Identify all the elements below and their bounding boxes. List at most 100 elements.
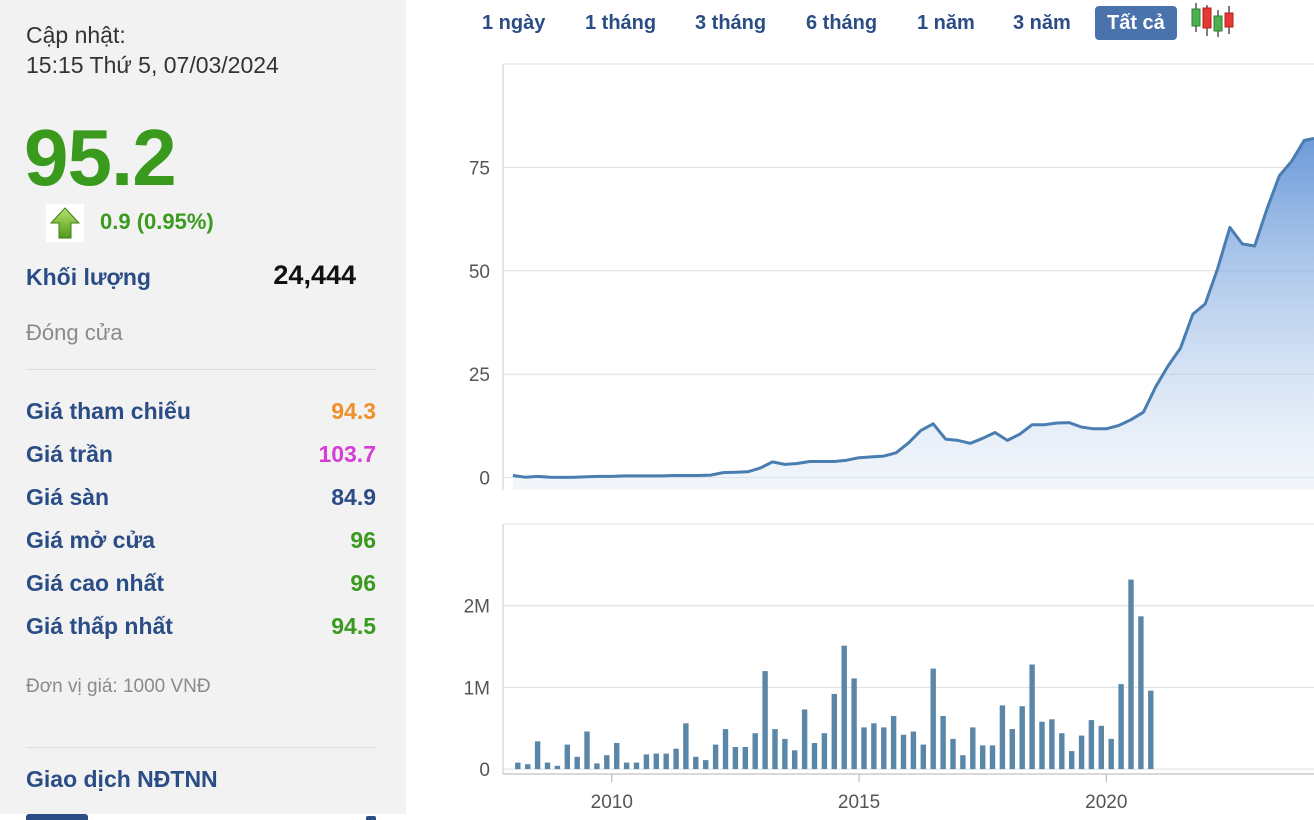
volume-tick-label: 2M	[464, 597, 490, 618]
volume-bar	[792, 750, 798, 770]
ceiling-price-label: Giá trần	[26, 441, 113, 467]
x-tick-label: 2020	[1085, 792, 1127, 813]
volume-bar	[1148, 690, 1154, 770]
volume-bar	[1019, 706, 1025, 770]
updated-time: 15:15 Thứ 5, 07/03/2024	[26, 52, 279, 78]
volume-bar	[801, 709, 808, 770]
tab-3-month[interactable]: 3 tháng	[683, 6, 778, 40]
volume-bar	[534, 741, 541, 770]
volume-bar	[544, 762, 551, 770]
price-tick-label: 25	[469, 365, 490, 386]
volume-bar	[554, 765, 561, 770]
volume-bar	[722, 729, 729, 770]
ceiling-price-value: 103.7	[318, 441, 376, 467]
price-change: 0.9 (0.95%)	[100, 209, 214, 234]
volume-bar	[584, 731, 590, 770]
ref-price-label: Giá tham chiếu	[26, 398, 191, 424]
ref-price-row: Giá tham chiếu 94.3	[26, 398, 376, 428]
price-tick-label: 0	[479, 469, 490, 490]
open-price-value: 96	[350, 527, 376, 553]
volume-bar	[623, 762, 630, 770]
volume-bar	[890, 716, 897, 770]
current-price: 95.2	[24, 113, 177, 202]
open-price-label: Giá mở cửa	[26, 527, 155, 553]
high-price-label: Giá cao nhất	[26, 570, 165, 596]
tab-all[interactable]: Tất cả	[1095, 6, 1177, 40]
high-price-row: Giá cao nhất 96	[26, 570, 376, 600]
volume-panel: 0 1M 2M	[464, 523, 1314, 781]
candlestick-icon[interactable]	[1190, 2, 1234, 38]
divider	[26, 369, 376, 370]
volume-bar	[1138, 616, 1144, 770]
volume-bar	[1078, 735, 1085, 770]
volume-bar	[1049, 719, 1055, 770]
volume-bar	[999, 705, 1006, 770]
unit-note: Đơn vị giá: 1000 VNĐ	[26, 676, 211, 697]
volume-bar	[693, 756, 699, 770]
low-price-value: 94.5	[331, 613, 376, 639]
foreign-trading-link[interactable]: Giao dịch NĐTNN	[26, 766, 218, 793]
volume-bar	[1128, 579, 1134, 770]
volume-bar	[683, 723, 689, 770]
stock-info-panel: Cập nhật: 15:15 Thứ 5, 07/03/2024 95.2 0…	[0, 0, 406, 820]
tab-1-day[interactable]: 1 ngày	[470, 6, 557, 40]
truncated-row	[26, 806, 376, 820]
volume-bar	[772, 729, 778, 770]
volume-bar	[742, 747, 748, 770]
market-status: Đóng cửa	[26, 320, 123, 345]
volume-bar	[515, 762, 521, 770]
divider	[26, 747, 376, 748]
tab-1-month[interactable]: 1 tháng	[573, 6, 668, 40]
volume-bar	[633, 762, 640, 770]
tab-6-month[interactable]: 6 tháng	[794, 6, 889, 40]
volume-bar	[861, 727, 867, 770]
volume-bar	[920, 744, 926, 770]
volume-bar	[663, 753, 669, 770]
volume-bar	[960, 755, 966, 770]
volume-bar	[910, 731, 917, 770]
tab-1-year[interactable]: 1 năm	[905, 6, 987, 40]
volume-bar	[594, 763, 600, 770]
volume-bar	[1009, 729, 1015, 770]
volume-bar	[831, 693, 837, 770]
volume-bar	[525, 764, 531, 770]
price-volume-chart: 0 25 50 75 0 1M 2M 2010 2015 2020	[464, 63, 1314, 813]
volume-bar	[1098, 725, 1104, 770]
tab-3-year[interactable]: 3 năm	[1001, 6, 1083, 40]
x-tick-label: 2010	[591, 792, 633, 813]
volume-bar	[851, 678, 857, 770]
volume-bar	[881, 727, 887, 770]
volume-bar	[1029, 664, 1035, 770]
volume-bar	[950, 738, 956, 770]
volume-bar	[821, 733, 828, 770]
volume-tick-label: 0	[479, 760, 490, 781]
volume-bar	[732, 747, 739, 770]
volume-bar	[712, 744, 719, 770]
floor-price-label: Giá sàn	[26, 484, 110, 510]
volume-bar	[900, 734, 907, 770]
volume-bar	[1059, 733, 1065, 770]
volume-bar	[574, 756, 580, 770]
volume-bar	[1118, 684, 1124, 770]
volume-value: 24,444	[273, 260, 356, 290]
x-axis: 2010 2015 2020	[503, 773, 1314, 813]
volume-tick-label: 1M	[464, 678, 490, 699]
floor-price-value: 84.9	[331, 484, 376, 510]
volume-bar	[614, 743, 620, 770]
x-tick-label: 2015	[838, 792, 880, 813]
volume-bar	[1039, 721, 1045, 770]
price-tick-label: 75	[469, 158, 490, 179]
ceiling-price-row: Giá trần 103.7	[26, 441, 376, 471]
volume-bar	[653, 753, 659, 770]
volume-bar	[1108, 738, 1114, 770]
volume-bar	[762, 671, 768, 770]
volume-label: Khối lượng	[26, 264, 151, 290]
volume-bar	[1088, 720, 1095, 770]
volume-bar	[782, 738, 788, 770]
volume-bar	[970, 727, 976, 770]
updated-label: Cập nhật:	[26, 22, 126, 48]
ref-price-value: 94.3	[331, 398, 376, 424]
volume-bar	[1069, 751, 1075, 770]
volume-bar	[564, 744, 570, 770]
up-arrow-icon	[46, 204, 84, 242]
